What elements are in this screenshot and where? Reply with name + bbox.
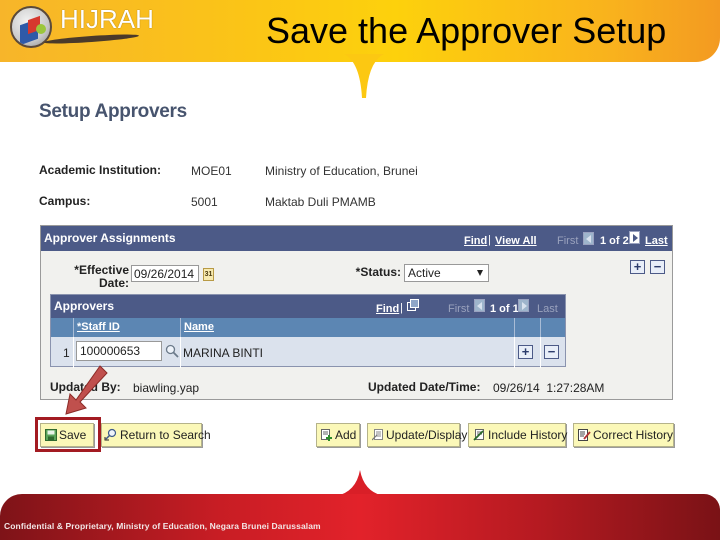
add-row-button[interactable]: + (630, 260, 645, 274)
approvers-first-link: First (448, 303, 470, 315)
approvers-next-arrow-icon (518, 299, 529, 312)
approvers-pager-text: 1 of 1 (490, 303, 519, 315)
effective-date-label: *Effective Date: (74, 263, 129, 290)
hijrah-logo: HIJRAH (4, 2, 154, 54)
column-staff-id[interactable]: *Staff ID (77, 321, 120, 333)
find-link[interactable]: Find (464, 235, 487, 247)
campus-label: Campus: (39, 194, 91, 208)
approvers-last-link: Last (537, 303, 558, 315)
status-value: Active (408, 266, 441, 280)
return-to-search-label: Return to Search (120, 428, 211, 442)
institution-description: Ministry of Education, Brunei (265, 164, 418, 178)
approver-name: MARINA BINTI (183, 346, 264, 360)
include-history-label: Include History (488, 428, 568, 442)
approver-assignments-title: Approver Assignments (44, 231, 176, 245)
view-all-link[interactable]: View All (495, 235, 537, 247)
delete-approver-row-button[interactable]: − (544, 345, 559, 359)
page-title: Setup Approvers (39, 101, 187, 122)
updated-datetime-label: Updated Date/Time: (368, 380, 481, 394)
correct-history-label: Correct History (593, 428, 674, 442)
approvers-find-link[interactable]: Find (376, 303, 399, 315)
add-icon (321, 429, 332, 441)
correct-history-icon (578, 429, 591, 441)
update-display-button[interactable]: Update/Display (367, 423, 467, 447)
approvers-grid: Approvers Find | First 1 of 1 Last *Staf… (50, 294, 566, 368)
nav-separator: | (488, 234, 491, 246)
pager-text: 1 of 2 (600, 235, 629, 247)
footer-notch (336, 470, 384, 496)
institution-code: MOE01 (191, 164, 232, 178)
include-history-icon (473, 429, 484, 441)
add-approver-row-button[interactable]: + (518, 345, 533, 359)
status-select[interactable]: Active (404, 264, 489, 282)
approvers-column-header: *Staff ID Name (51, 318, 565, 337)
approver-assignments-header: Approver Assignments Find | View All Fir… (41, 226, 672, 251)
updated-by-value: biawling.yap (133, 381, 200, 395)
footer-banner (0, 494, 720, 540)
status-label: *Status: (355, 265, 401, 279)
approvers-grid-header: Approvers Find | First 1 of 1 Last (51, 295, 565, 318)
update-display-label: Update/Display (386, 428, 468, 442)
staff-id-input[interactable]: 100000653 (76, 341, 162, 361)
approver-assignments-panel: Approver Assignments Find | View All Fir… (40, 225, 673, 400)
updated-datetime-value: 09/26/14 1:27:28AM (493, 381, 605, 395)
correct-history-button[interactable]: Correct History (573, 423, 674, 447)
lookup-search-icon[interactable] (165, 344, 179, 358)
update-display-icon (372, 429, 383, 441)
first-link: First (557, 235, 579, 247)
pointer-arrow-annotation (65, 365, 108, 415)
add-button[interactable]: Add (316, 423, 360, 447)
institution-label: Academic Institution: (39, 163, 162, 177)
save-highlight-box (35, 417, 101, 452)
approvers-title: Approvers (54, 299, 115, 313)
banner-notch (344, 54, 384, 98)
calendar-icon[interactable]: 31 (203, 268, 214, 281)
row-number: 1 (63, 346, 70, 360)
dropdown-caret-icon (477, 270, 483, 276)
return-search-icon (104, 428, 117, 441)
slide-title: Save the Approver Setup (266, 10, 667, 51)
logo-text: HIJRAH (60, 4, 154, 34)
include-history-button[interactable]: Include History (468, 423, 568, 447)
return-to-search-button[interactable]: Return to Search (101, 423, 211, 447)
effective-date-input[interactable]: 09/26/2014 (131, 265, 199, 282)
add-label: Add (335, 428, 357, 442)
campus-description: Maktab Duli PMAMB (265, 195, 376, 209)
approvers-nav-separator: | (400, 302, 403, 314)
delete-row-button[interactable]: − (650, 260, 665, 274)
column-name[interactable]: Name (184, 321, 214, 333)
previous-arrow-icon (583, 232, 594, 245)
approvers-previous-arrow-icon (474, 299, 485, 312)
last-link[interactable]: Last (645, 235, 668, 247)
next-arrow-icon[interactable] (629, 231, 640, 244)
campus-code: 5001 (191, 195, 218, 209)
footer-text: Confidential & Proprietary, Ministry of … (4, 521, 321, 531)
view-all-grid-icon[interactable] (407, 299, 419, 311)
